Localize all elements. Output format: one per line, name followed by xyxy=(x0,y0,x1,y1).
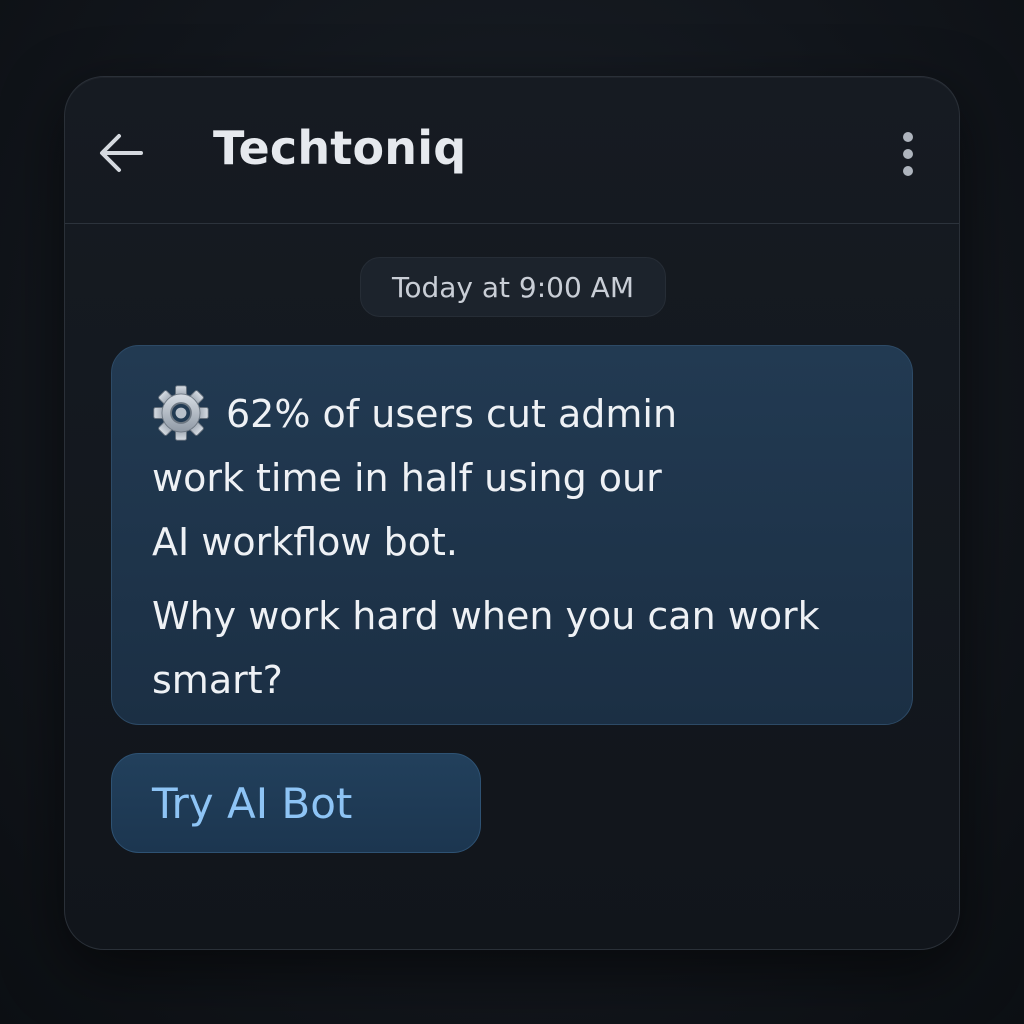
message-line: AI workflow bot. xyxy=(152,520,458,564)
try-ai-bot-button[interactable]: Try AI Bot xyxy=(111,753,481,853)
chat-header: Techtoniq xyxy=(65,77,959,224)
message-bubble: 62% of users cut admin work time in half… xyxy=(111,345,913,725)
message-timestamp: Today at 9:00 AM xyxy=(360,257,666,317)
chat-window: Techtoniq Today at 9:00 AM 62% of users … xyxy=(64,76,960,950)
message-line: Why work hard when you can work xyxy=(152,594,820,638)
message-line: work time in half using our xyxy=(152,456,662,500)
try-ai-bot-label: Try AI Bot xyxy=(152,778,353,828)
chat-title: Techtoniq xyxy=(213,121,467,175)
message-line: smart? xyxy=(152,658,283,702)
more-vertical-icon-dot xyxy=(903,166,913,176)
more-vertical-icon xyxy=(903,132,913,142)
message-line-text: 62% of users cut admin xyxy=(226,392,678,436)
message-line: 62% of users cut admin xyxy=(152,382,872,446)
more-vertical-icon-dot xyxy=(903,149,913,159)
arrow-left-icon xyxy=(100,134,143,172)
back-button[interactable] xyxy=(95,129,147,177)
more-options-button[interactable] xyxy=(893,127,923,181)
gear-icon xyxy=(153,384,209,441)
